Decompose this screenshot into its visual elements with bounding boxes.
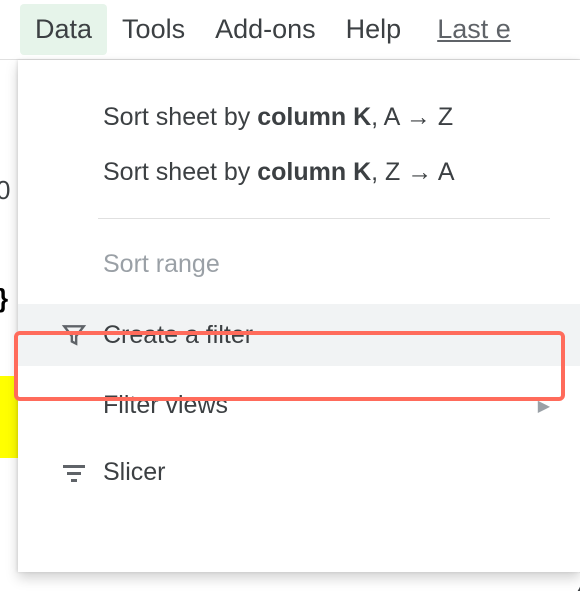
- chevron-right-icon: ▶: [538, 396, 550, 416]
- menu-addons[interactable]: Add-ons: [200, 4, 331, 55]
- menubar: Data Tools Add-ons Help Last e: [0, 0, 580, 60]
- sort-asc-prefix: Sort sheet by: [103, 103, 257, 131]
- last-edit-link[interactable]: Last e: [422, 4, 526, 55]
- slicer-label: Slicer: [103, 458, 166, 487]
- sort-desc-column: column K: [257, 158, 371, 186]
- cell-fragment: 0: [0, 175, 10, 206]
- menu-divider-1: [98, 218, 550, 219]
- menu-help[interactable]: Help: [331, 4, 417, 55]
- create-filter-label: Create a filter: [103, 321, 253, 350]
- menu-sort-desc[interactable]: Sort sheet by column K, Z → A: [18, 145, 580, 200]
- sort-asc-column: column K: [257, 103, 371, 131]
- sort-asc-suffix: , A → Z: [371, 103, 453, 131]
- menu-sort-asc[interactable]: Sort sheet by column K, A → Z: [18, 90, 580, 145]
- sort-range-label: Sort range: [103, 250, 220, 279]
- cell-brace: }: [0, 283, 8, 314]
- menu-tools[interactable]: Tools: [107, 4, 200, 55]
- menu-filter-views[interactable]: Filter views ▶: [18, 378, 580, 433]
- filter-icon: [60, 321, 88, 349]
- slicer-icon: [60, 459, 88, 487]
- menu-create-filter[interactable]: Create a filter: [18, 304, 580, 366]
- menu-data[interactable]: Data: [20, 4, 107, 55]
- yellow-cell: [0, 376, 18, 458]
- menu-slicer[interactable]: Slicer: [18, 445, 580, 500]
- filter-views-label: Filter views: [103, 391, 228, 420]
- data-dropdown-menu: Sort sheet by column K, A → Z Sort sheet…: [18, 60, 580, 572]
- sheet-left-strip: 0 }: [0, 60, 18, 572]
- menu-sort-range: Sort range: [18, 237, 580, 292]
- sort-desc-prefix: Sort sheet by: [103, 158, 257, 186]
- sort-desc-suffix: , Z → A: [371, 158, 454, 186]
